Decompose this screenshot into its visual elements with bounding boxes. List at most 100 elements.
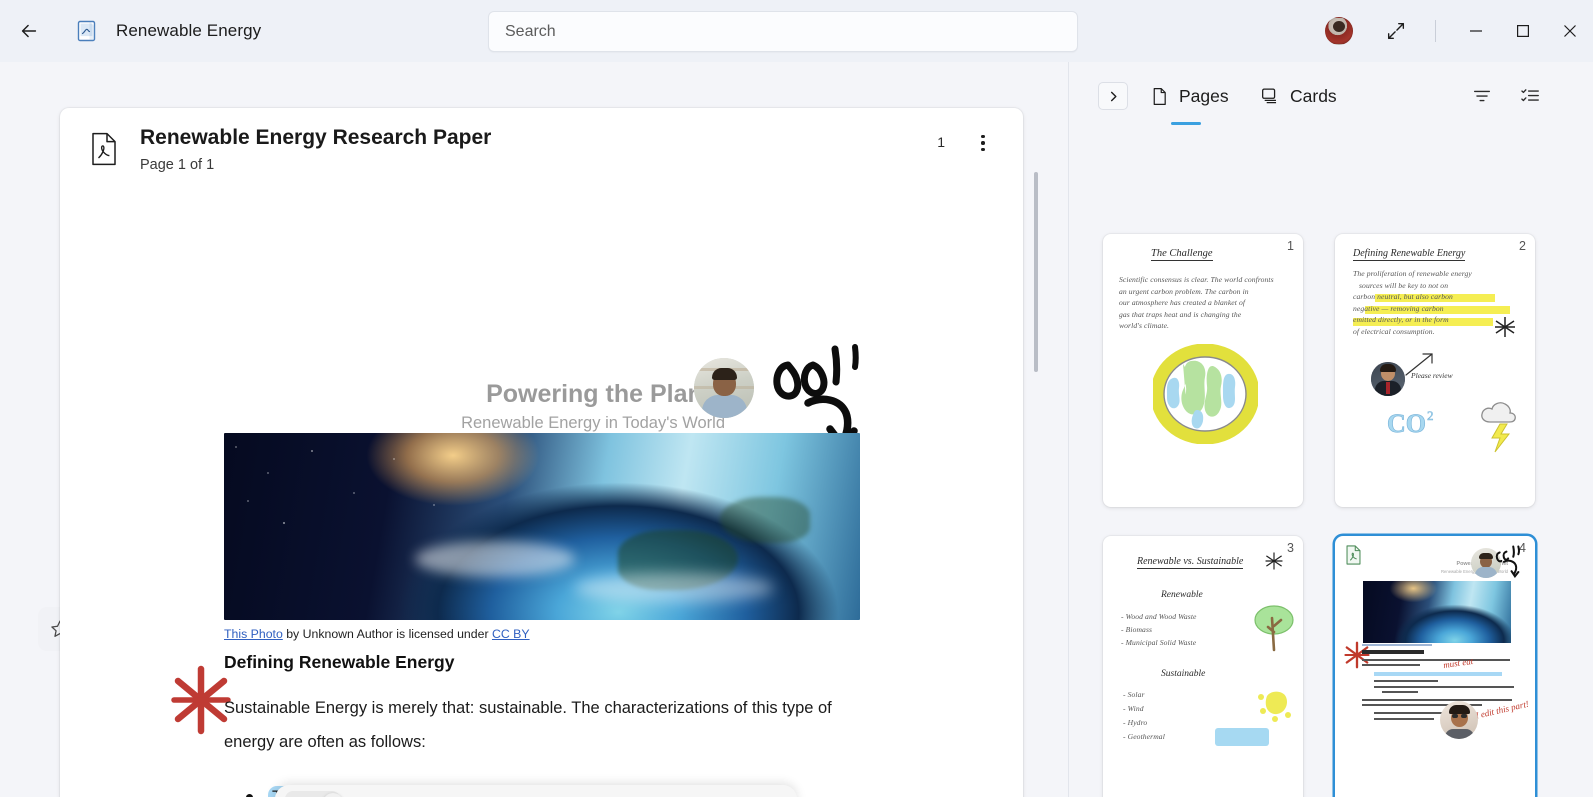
pdf-file-icon [1346,545,1361,565]
arrow-left-icon [21,24,37,38]
thumbnail-line: - Wood and Wood Waste [1121,612,1197,621]
document-subtitle: Page 1 of 1 [140,157,215,173]
thumbnail-number: 3 [1287,541,1294,555]
thumbnail-line: our atmosphere has created a blanket of [1119,298,1246,307]
tool-eraser[interactable] [513,791,568,797]
app-window: Renewable Energy Search Renewable Energy… [0,0,1593,797]
thumbnail-comment: Please review [1411,371,1453,380]
expand-diagonal-icon [1387,22,1405,40]
caption-link-this-photo[interactable]: This Photo [224,627,283,641]
thumbnail-page-3[interactable]: 3 Renewable vs. Sustainable Renewable - … [1103,536,1303,797]
tool-pen-black[interactable] [285,791,343,797]
toolbar-divider [1435,20,1436,42]
pencil-orange-icon [342,791,397,797]
tasklist-button[interactable] [1514,80,1546,112]
svg-text:2: 2 [1427,408,1434,423]
filter-button[interactable] [1466,80,1498,112]
minimize-icon [1469,30,1482,32]
window-controls [1325,0,1593,62]
thumbnail-subhead: Renewable [1161,590,1203,600]
tool-pencil-green[interactable] [399,791,454,797]
maximize-button[interactable] [1499,0,1546,62]
section-heading: Defining Renewable Energy [224,652,455,672]
panel-header: Pages Cards [1069,62,1593,130]
panel-expand-button[interactable] [1098,82,1128,110]
co2-sketch: CO 2 [1387,408,1434,439]
pages-panel: Pages Cards 1 The Challenge Scientific c… [1069,62,1593,797]
thumbnail-line: The proliferation of renewable energy [1353,269,1472,278]
sun-sketch [1258,691,1291,722]
thumbnail-line: negative — removing carbon [1353,303,1444,313]
eraser-icon [513,791,568,797]
thumbnail-line: world's climate. [1119,321,1170,330]
thumbnail-title: Defining Renewable Energy [1353,248,1466,261]
maximize-icon [1516,25,1529,38]
tab-pages-label: Pages [1179,85,1229,106]
earth-globe-sketch [1153,344,1258,444]
tool-pencil-orange[interactable] [342,791,397,797]
close-button[interactable] [1546,0,1593,62]
thumbnail-hero-image [1363,581,1511,643]
minimize-button[interactable] [1452,0,1499,62]
thumbnail-ink-cool [1495,545,1521,578]
user-avatar[interactable] [1325,17,1353,45]
expand-button[interactable] [1373,9,1419,53]
page-heading: Powering the Planet [486,380,725,408]
more-vertical-icon [981,134,985,152]
window-title: Renewable Energy [116,21,262,40]
thumbnail-title: Renewable vs. Sustainable [1137,556,1244,569]
pencil-green-icon [399,791,454,797]
document-pane: Renewable Energy Research Paper Page 1 o… [0,62,1068,797]
document-header: Renewable Energy Research Paper Page 1 o… [60,108,1023,193]
ruler-icon [570,791,625,797]
back-button[interactable] [8,10,50,52]
pdf-page-canvas[interactable]: Powering the Planet Renewable Energy in … [60,193,1023,797]
title-bar: Renewable Energy [0,0,1593,62]
thumbnail-line: an urgent carbon problem. The carbon in [1119,286,1249,296]
pdf-file-icon [90,132,118,171]
tool-highlighter-pink[interactable] [456,791,511,797]
search-input[interactable] [505,22,1061,41]
thumbnail-title: The Challenge [1151,248,1213,261]
thumbnail-number: 2 [1519,239,1526,253]
document-card: Renewable Energy Research Paper Page 1 o… [60,108,1023,797]
thumbnail-line: emitted directly, or in the form [1353,315,1449,324]
page-icon [1153,87,1166,105]
thumbnail-number: 1 [1287,239,1294,253]
page-subheading: Renewable Energy in Today's World [461,414,725,432]
chevron-right-icon [1110,91,1117,101]
highlighter-pink-icon [456,791,511,797]
document-page-number: 1 [937,134,945,150]
thumbnail-page-1[interactable]: 1 The Challenge Scientific consensus is … [1103,234,1303,507]
thumbnail-line: sources will be key to not on [1359,280,1449,290]
body-paragraph: Sustainable Energy is merely that: susta… [224,699,832,751]
document-more-button[interactable] [967,126,999,160]
thumbnail-line: of electrical consumption. [1353,326,1435,336]
author-avatar [694,358,754,418]
close-icon [1563,25,1576,37]
thumbnail-page-4[interactable]: 4 Powering the Planet Renewable Energy i… [1335,536,1535,797]
filter-icon [1473,90,1491,102]
caption-middle-text: by Unknown Author is licensed under [282,627,492,641]
document-title: Renewable Energy Research Paper [140,126,492,149]
thumbnail-editor-avatar [1440,701,1478,739]
thumbnail-line: - Biomass [1121,625,1153,634]
thumbnail-subhead: Sustainable [1161,669,1206,679]
thumbnail-line: - Municipal Solid Waste [1121,638,1197,647]
thumbnail-page-2[interactable]: 2 Defining Renewable Energy The prolifer… [1335,234,1535,507]
thumbnail-line: - Solar [1123,690,1145,699]
document-scrollbar[interactable] [1034,172,1038,372]
tab-cards[interactable]: Cards [1255,78,1341,114]
body-area: Renewable Energy Research Paper Page 1 o… [0,62,1593,797]
caption-link-cc-by[interactable]: CC BY [492,627,530,641]
tab-pages[interactable]: Pages [1145,78,1233,125]
asterisk-ink-icon [1265,552,1283,570]
journal-app-icon [74,18,100,44]
active-tab-indicator [1171,121,1201,125]
image-caption: This Photo by Unknown Author is licensed… [224,627,530,641]
tab-cards-label: Cards [1290,85,1337,106]
tool-ruler[interactable] [570,791,625,797]
search-box[interactable] [488,11,1078,52]
pen-toolbar [275,785,797,797]
thumbnail-line: Scientific consensus is clear. The world… [1119,275,1274,284]
